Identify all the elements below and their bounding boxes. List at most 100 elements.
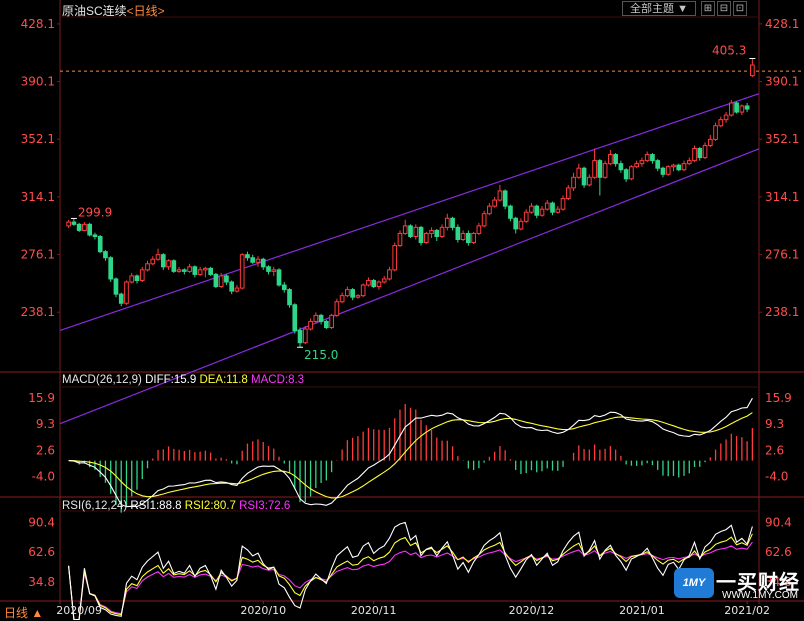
candle-down[interactable] bbox=[744, 105, 750, 110]
candle-up[interactable] bbox=[166, 260, 171, 268]
candle-down[interactable] bbox=[676, 164, 682, 171]
candle-up[interactable] bbox=[176, 269, 182, 272]
candle-down[interactable] bbox=[92, 234, 98, 237]
candle-down[interactable] bbox=[450, 217, 455, 228]
candle-up[interactable] bbox=[360, 284, 366, 297]
candle-up[interactable] bbox=[602, 163, 608, 178]
candle-up[interactable] bbox=[218, 275, 224, 288]
candle-up[interactable] bbox=[308, 320, 313, 330]
candle-up[interactable] bbox=[150, 258, 156, 265]
candle-up[interactable] bbox=[82, 223, 87, 231]
period-switch-button[interactable]: 日线 ▲ bbox=[4, 604, 43, 621]
candle-down[interactable] bbox=[466, 232, 471, 244]
candle-up[interactable] bbox=[539, 208, 545, 216]
candle-down[interactable] bbox=[208, 267, 213, 275]
candle-up[interactable] bbox=[155, 254, 161, 260]
candle-up[interactable] bbox=[313, 314, 319, 322]
candle-up[interactable] bbox=[460, 232, 466, 241]
candle-up[interactable] bbox=[681, 163, 687, 171]
candle-down[interactable] bbox=[434, 229, 440, 237]
candle-up[interactable] bbox=[376, 281, 382, 288]
candle-up[interactable] bbox=[750, 64, 755, 77]
candle-up[interactable] bbox=[571, 176, 576, 189]
candle-up[interactable] bbox=[234, 287, 240, 292]
candle-down[interactable] bbox=[181, 269, 187, 272]
candle-down[interactable] bbox=[550, 202, 555, 213]
candle-up[interactable] bbox=[366, 279, 371, 286]
candle-up[interactable] bbox=[518, 220, 524, 230]
candle-up[interactable] bbox=[665, 166, 671, 175]
candle-down[interactable] bbox=[297, 330, 303, 344]
candle-up[interactable] bbox=[145, 263, 150, 271]
candle-up[interactable] bbox=[476, 225, 482, 234]
candle-down[interactable] bbox=[76, 223, 82, 231]
candle-up[interactable] bbox=[608, 154, 613, 165]
candle-down[interactable] bbox=[534, 205, 540, 216]
candle-down[interactable] bbox=[160, 254, 166, 268]
candle-down[interactable] bbox=[618, 163, 624, 171]
candle-up[interactable] bbox=[644, 154, 650, 162]
candle-down[interactable] bbox=[287, 289, 292, 306]
candle-up[interactable] bbox=[634, 163, 640, 168]
candle-down[interactable] bbox=[192, 266, 198, 275]
candle-up[interactable] bbox=[728, 102, 734, 116]
candle-up[interactable] bbox=[586, 176, 592, 186]
candle-down[interactable] bbox=[581, 167, 587, 186]
candle-down[interactable] bbox=[245, 254, 250, 259]
candle-down[interactable] bbox=[224, 275, 229, 283]
candle-down[interactable] bbox=[408, 225, 413, 237]
candle-down[interactable] bbox=[650, 154, 655, 162]
candle-up[interactable] bbox=[239, 254, 245, 289]
candle-down[interactable] bbox=[371, 279, 377, 288]
candle-up[interactable] bbox=[487, 205, 492, 215]
candle-up[interactable] bbox=[397, 232, 403, 247]
candle-up[interactable] bbox=[686, 160, 692, 165]
candle-up[interactable] bbox=[702, 144, 708, 159]
candle-up[interactable] bbox=[139, 269, 145, 281]
candle-down[interactable] bbox=[171, 260, 177, 272]
candle-down[interactable] bbox=[734, 102, 739, 113]
candle-down[interactable] bbox=[134, 275, 140, 281]
candle-down[interactable] bbox=[260, 258, 266, 268]
candle-up[interactable] bbox=[197, 269, 203, 275]
candle-down[interactable] bbox=[276, 269, 282, 286]
candle-up[interactable] bbox=[739, 105, 745, 113]
candle-down[interactable] bbox=[697, 147, 703, 159]
candle-down[interactable] bbox=[71, 221, 77, 225]
candle-up[interactable] bbox=[355, 295, 361, 298]
candle-down[interactable] bbox=[318, 314, 324, 322]
candle-down[interactable] bbox=[597, 160, 603, 178]
candle-up[interactable] bbox=[718, 119, 724, 127]
candle-down[interactable] bbox=[87, 223, 93, 236]
candle-up[interactable] bbox=[345, 289, 350, 297]
candle-up[interactable] bbox=[723, 114, 729, 121]
candle-up[interactable] bbox=[439, 226, 445, 237]
candle-up[interactable] bbox=[329, 314, 334, 329]
candle-up[interactable] bbox=[592, 160, 597, 178]
candle-up[interactable] bbox=[523, 211, 529, 222]
candle-up[interactable] bbox=[565, 187, 571, 200]
candle-down[interactable] bbox=[660, 167, 666, 175]
candle-up[interactable] bbox=[271, 269, 277, 272]
candle-up[interactable] bbox=[339, 295, 345, 303]
candle-down[interactable] bbox=[502, 190, 508, 207]
candle-up[interactable] bbox=[481, 213, 487, 227]
candle-down[interactable] bbox=[266, 266, 271, 272]
candle-down[interactable] bbox=[655, 160, 661, 169]
candle-up[interactable] bbox=[560, 198, 566, 210]
candle-down[interactable] bbox=[118, 293, 124, 304]
candle-up[interactable] bbox=[492, 199, 497, 207]
candle-up[interactable] bbox=[381, 278, 387, 283]
candle-up[interactable] bbox=[555, 208, 561, 213]
candle-up[interactable] bbox=[639, 160, 645, 165]
candle-up[interactable] bbox=[629, 166, 634, 180]
candle-up[interactable] bbox=[671, 164, 676, 168]
candle-up[interactable] bbox=[402, 225, 408, 234]
candle-up[interactable] bbox=[187, 266, 192, 272]
candle-up[interactable] bbox=[471, 232, 476, 244]
candle-down[interactable] bbox=[229, 281, 235, 292]
candle-up[interactable] bbox=[429, 229, 434, 234]
candle-up[interactable] bbox=[713, 125, 718, 140]
candle-up[interactable] bbox=[529, 205, 534, 213]
candle-up[interactable] bbox=[302, 328, 308, 344]
